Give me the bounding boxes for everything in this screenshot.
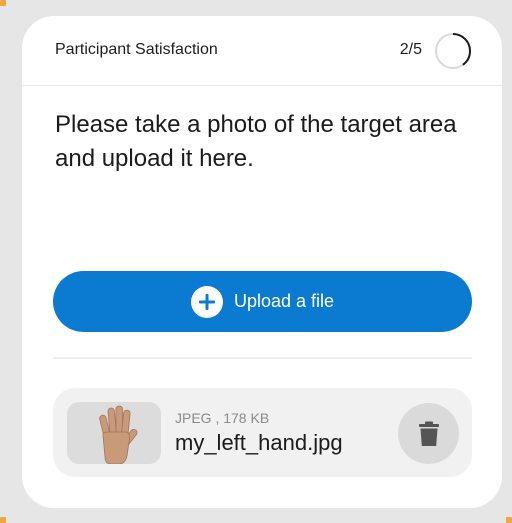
upload-button-label: Upload a file: [233, 291, 335, 311]
file-name: my_left_hand.jpg: [175, 430, 343, 455]
survey-title: Participant Satisfaction: [55, 41, 218, 58]
corner-marker: [0, 517, 6, 523]
upload-file-button[interactable]: Upload a file: [53, 271, 472, 332]
divider: [53, 357, 472, 359]
file-thumbnail[interactable]: [67, 402, 161, 464]
survey-card: Participant Satisfaction 2/5 Please take…: [22, 16, 502, 508]
plus-circle-icon: [190, 285, 223, 318]
corner-marker: [0, 0, 6, 6]
delete-file-button[interactable]: [398, 403, 459, 464]
progress-ring-icon: [435, 33, 471, 69]
question-prompt: Please take a photo of the target area a…: [55, 111, 457, 172]
file-meta: JPEG , 178 KB: [175, 410, 270, 426]
uploaded-file-item: JPEG , 178 KB my_left_hand.jpg: [53, 388, 472, 477]
trash-icon: [418, 421, 439, 446]
progress-counter: 2/5: [399, 41, 422, 58]
corner-marker: [506, 517, 512, 523]
hand-photo-icon: [99, 405, 138, 464]
card-header: Participant Satisfaction 2/5: [22, 16, 502, 86]
